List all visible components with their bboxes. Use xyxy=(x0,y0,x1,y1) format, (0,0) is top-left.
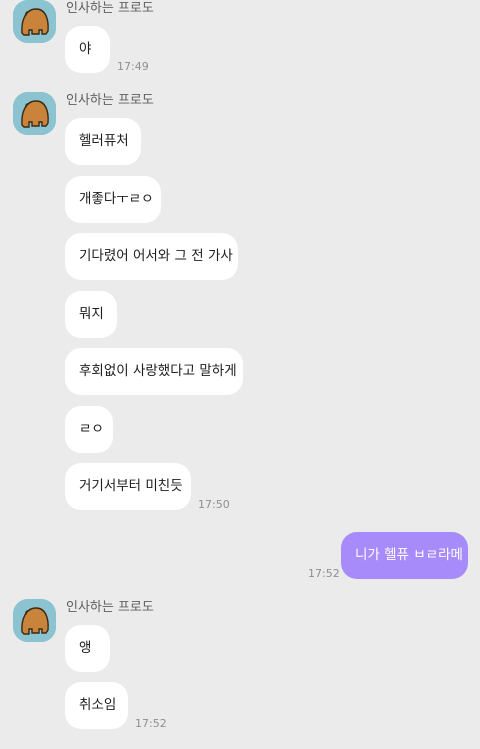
sender-name: 인사하는 프로도 xyxy=(66,600,154,615)
message-bubble[interactable]: 후회없이 사랑했다고 말하게 xyxy=(65,348,243,395)
message-bubble[interactable]: 앵 xyxy=(65,625,110,672)
message-time: 17:49 xyxy=(117,60,149,73)
message-bubble[interactable]: 취소임 xyxy=(65,682,128,729)
avatar[interactable] xyxy=(13,0,56,43)
bear-avatar-icon xyxy=(13,0,56,43)
outgoing-message-bubble[interactable]: 니가 헬퓨 ㅂㄹ라메 xyxy=(341,532,468,579)
message-time: 17:52 xyxy=(308,567,340,580)
sender-name: 인사하는 프로도 xyxy=(66,93,154,108)
message-bubble[interactable]: 뭐지 xyxy=(65,291,117,338)
message-bubble[interactable]: 야 xyxy=(65,26,110,73)
message-bubble[interactable]: 헬러퓨처 xyxy=(65,118,141,165)
avatar[interactable] xyxy=(13,599,56,642)
message-bubble[interactable]: ㄹㅇ xyxy=(65,406,113,453)
message-bubble[interactable]: 개좋다ㅜㄹㅇ xyxy=(65,176,161,223)
message-time: 17:52 xyxy=(135,717,167,730)
message-time: 17:50 xyxy=(198,498,230,511)
avatar[interactable] xyxy=(13,92,56,135)
sender-name: 인사하는 프로도 xyxy=(66,1,154,16)
bear-avatar-icon xyxy=(13,92,56,135)
bear-avatar-icon xyxy=(13,599,56,642)
message-bubble[interactable]: 거기서부터 미친듯 xyxy=(65,463,191,510)
message-bubble[interactable]: 기다렸어 어서와 그 전 가사 xyxy=(65,233,238,280)
